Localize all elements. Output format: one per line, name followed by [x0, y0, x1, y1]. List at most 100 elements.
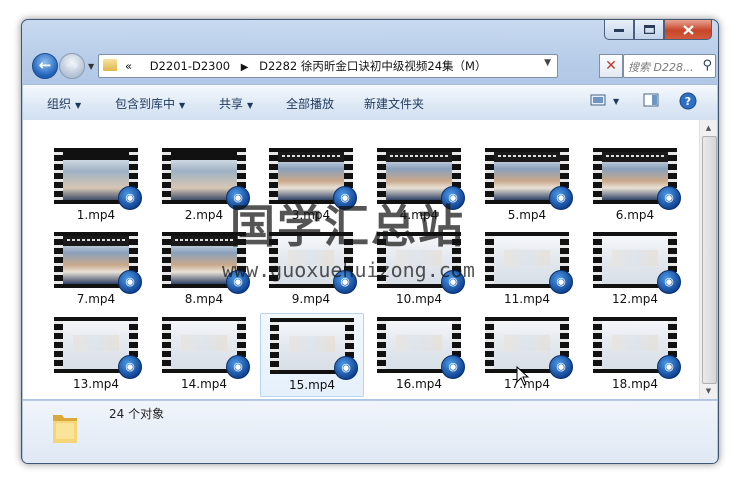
file-item[interactable]: ◉ 12.mp4: [584, 228, 686, 310]
file-item[interactable]: ◉ 15.mp4: [260, 313, 364, 397]
media-player-icon: ◉: [549, 355, 573, 379]
refresh-button[interactable]: ✕: [599, 54, 623, 78]
organize-label: 组织: [47, 97, 72, 111]
video-thumbnail: ◉: [54, 148, 142, 210]
chevron-right-icon[interactable]: ▶: [241, 62, 249, 73]
film-strip: [593, 232, 602, 288]
address-bar[interactable]: « D2201-D2300 ▶ D2282 徐丙昕金口诀初中级视频24集（M） …: [98, 54, 558, 78]
help-icon[interactable]: ?: [679, 92, 697, 110]
minimize-button[interactable]: [604, 20, 634, 40]
view-dropdown[interactable]: ▼: [613, 97, 619, 106]
address-history-dropdown[interactable]: ▼: [544, 58, 551, 68]
search-input[interactable]: 搜索 D228... ⚲: [623, 54, 716, 78]
file-item[interactable]: ◉ 18.mp4: [584, 313, 686, 395]
file-item[interactable]: ◉ 11.mp4: [476, 228, 578, 310]
video-thumbnail: ◉: [54, 317, 142, 379]
file-item[interactable]: ◉ 5.mp4: [476, 144, 578, 226]
film-strip: [54, 148, 63, 204]
media-player-icon: ◉: [549, 270, 573, 294]
file-name: 8.mp4: [184, 292, 224, 306]
forward-button[interactable]: →: [59, 53, 85, 79]
file-name: 10.mp4: [395, 292, 443, 306]
file-name: 11.mp4: [503, 292, 551, 306]
media-player-icon: ◉: [118, 186, 142, 210]
breadcrumb-overflow[interactable]: «: [125, 59, 132, 73]
file-name: 7.mp4: [76, 292, 116, 306]
folder-icon: [53, 415, 77, 443]
preview-pane-icon[interactable]: [643, 93, 659, 107]
breadcrumb-item-parent[interactable]: D2201-D2300: [150, 59, 230, 73]
film-strip: [54, 232, 63, 288]
include-library-label: 包含到库中: [115, 97, 176, 111]
video-thumbnail: ◉: [485, 148, 573, 210]
file-name: 12.mp4: [611, 292, 659, 306]
film-strip: [593, 148, 602, 204]
video-thumbnail: ◉: [593, 148, 681, 210]
close-icon: [682, 24, 694, 35]
stop-icon: ✕: [605, 58, 617, 74]
file-item[interactable]: ◉ 1.mp4: [45, 144, 147, 226]
file-name: 18.mp4: [611, 377, 659, 391]
film-strip: [162, 148, 171, 204]
film-strip: [162, 317, 171, 373]
video-thumbnail: ◉: [54, 232, 142, 294]
chevron-down-icon: ▼: [179, 101, 186, 110]
film-strip: [485, 317, 494, 373]
organize-button[interactable]: 组织 ▼: [47, 95, 81, 112]
film-strip: [162, 232, 171, 288]
play-all-button[interactable]: 全部播放: [286, 95, 334, 112]
watermark-url: www.guoxuehuizong.com: [222, 258, 475, 282]
video-thumbnail: ◉: [270, 318, 358, 380]
play-all-label: 全部播放: [286, 97, 335, 111]
file-item[interactable]: ◉ 6.mp4: [584, 144, 686, 226]
video-thumbnail: ◉: [485, 317, 573, 379]
file-item[interactable]: ◉ 14.mp4: [153, 313, 255, 395]
scrollbar-thumb[interactable]: [702, 136, 717, 384]
new-folder-button[interactable]: 新建文件夹: [364, 95, 424, 112]
back-button[interactable]: ←: [32, 53, 58, 79]
share-button[interactable]: 共享 ▼: [219, 95, 253, 112]
file-name: 15.mp4: [288, 378, 336, 392]
media-player-icon: ◉: [657, 270, 681, 294]
include-in-library-button[interactable]: 包含到库中 ▼: [115, 95, 185, 112]
file-name: 9.mp4: [291, 292, 331, 306]
file-item[interactable]: ◉ 7.mp4: [45, 228, 147, 310]
film-strip: [54, 317, 63, 373]
maximize-button[interactable]: [634, 20, 664, 40]
file-name: 16.mp4: [395, 377, 443, 391]
change-view-icon[interactable]: [590, 93, 606, 107]
film-strip: [270, 318, 279, 374]
video-thumbnail: ◉: [593, 317, 681, 379]
breadcrumb-item-current[interactable]: D2282 徐丙昕金口诀初中级视频24集（M）: [259, 59, 486, 73]
arrow-right-icon: →: [65, 56, 79, 74]
close-button[interactable]: [664, 20, 712, 40]
address-row: ← → ▼ « D2201-D2300 ▶ D2282 徐丙昕金口诀初中级视频2…: [30, 52, 716, 80]
file-name: 14.mp4: [180, 377, 228, 391]
vertical-scrollbar[interactable]: ▲ ▼: [699, 120, 717, 399]
search-placeholder: 搜索 D228...: [628, 61, 694, 74]
media-player-icon: ◉: [657, 186, 681, 210]
recent-pages-dropdown[interactable]: ▼: [88, 62, 94, 71]
file-name: 13.mp4: [72, 377, 120, 391]
file-name: 6.mp4: [615, 208, 655, 222]
file-item[interactable]: ◉ 13.mp4: [45, 313, 147, 395]
arrow-left-icon: ←: [38, 56, 52, 74]
minimize-icon: [614, 28, 624, 32]
details-pane: 24 个对象: [23, 400, 717, 463]
file-item[interactable]: ◉ 16.mp4: [368, 313, 470, 395]
video-thumbnail: ◉: [593, 232, 681, 294]
film-strip: [485, 148, 494, 204]
scroll-up-icon[interactable]: ▲: [700, 120, 717, 136]
video-thumbnail: ◉: [162, 317, 250, 379]
media-player-icon: ◉: [118, 355, 142, 379]
search-icon[interactable]: ⚲: [702, 58, 712, 73]
media-player-icon: ◉: [334, 356, 358, 380]
folder-icon: [103, 59, 117, 71]
scroll-down-icon[interactable]: ▼: [700, 383, 717, 399]
video-thumbnail: ◉: [485, 232, 573, 294]
media-player-icon: ◉: [549, 186, 573, 210]
file-name: 1.mp4: [76, 208, 116, 222]
film-strip: [593, 317, 602, 373]
media-player-icon: ◉: [226, 355, 250, 379]
new-folder-label: 新建文件夹: [364, 97, 425, 111]
